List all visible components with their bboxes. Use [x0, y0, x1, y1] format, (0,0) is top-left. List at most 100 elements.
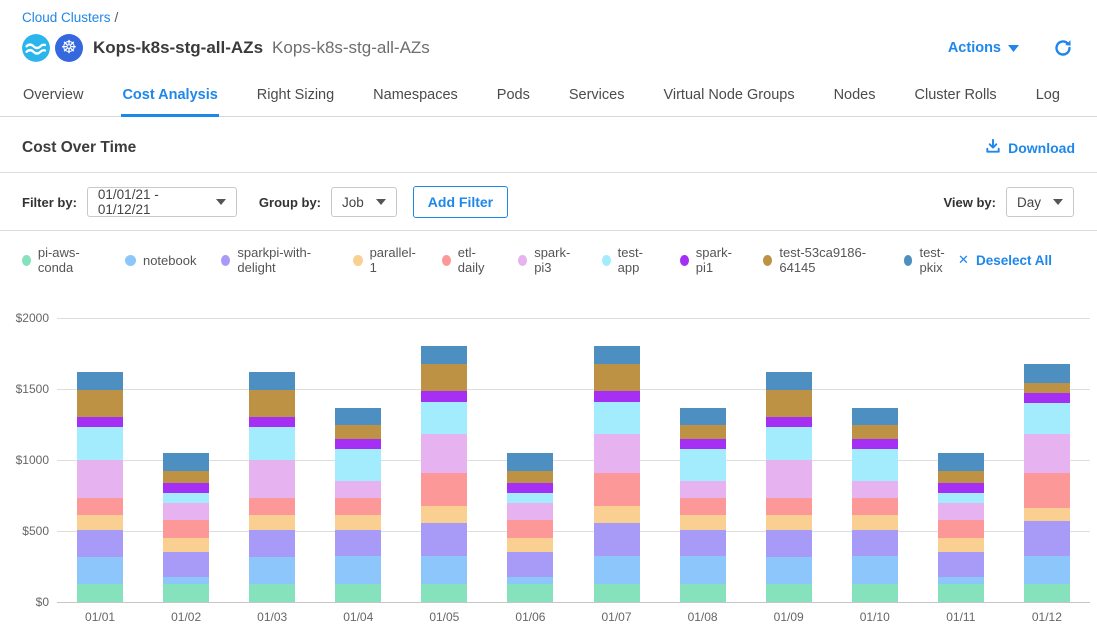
bar-segment-spark-pi1[interactable]	[1024, 393, 1070, 403]
bar-segment-notebook[interactable]	[766, 557, 812, 585]
bar-segment-sparkpi-with-delight[interactable]	[938, 552, 984, 577]
stacked-bar-01/08[interactable]	[680, 408, 726, 602]
bar-segment-spark-pi3[interactable]	[1024, 434, 1070, 472]
bar-segment-notebook[interactable]	[680, 556, 726, 584]
bar-segment-test-app[interactable]	[766, 427, 812, 460]
bar-segment-test-pkix[interactable]	[163, 453, 209, 471]
bar-segment-spark-pi1[interactable]	[77, 417, 123, 428]
tab-namespaces[interactable]: Namespaces	[372, 79, 459, 117]
bar-segment-pi-aws-conda[interactable]	[507, 584, 553, 602]
bar-segment-etl-daily[interactable]	[766, 498, 812, 515]
tab-virtual-node-groups[interactable]: Virtual Node Groups	[662, 79, 795, 117]
tab-overview[interactable]: Overview	[22, 79, 84, 117]
breadcrumb-cloud-clusters-link[interactable]: Cloud Clusters	[22, 10, 111, 25]
bar-segment-notebook[interactable]	[938, 577, 984, 584]
legend-item-sparkpi-with-delight[interactable]: sparkpi-with-delight	[221, 245, 327, 275]
bar-segment-parallel-1[interactable]	[938, 538, 984, 552]
bar-segment-sparkpi-with-delight[interactable]	[594, 523, 640, 556]
bar-segment-spark-pi3[interactable]	[335, 481, 381, 499]
bar-segment-pi-aws-conda[interactable]	[421, 584, 467, 602]
stacked-bar-01/04[interactable]	[335, 408, 381, 602]
bar-segment-parallel-1[interactable]	[335, 515, 381, 529]
stacked-bar-01/09[interactable]	[766, 372, 812, 602]
stacked-bar-01/03[interactable]	[249, 372, 295, 602]
stacked-bar-01/11[interactable]	[938, 453, 984, 602]
bar-segment-etl-daily[interactable]	[249, 498, 295, 515]
bar-segment-etl-daily[interactable]	[335, 498, 381, 515]
bar-segment-test-app[interactable]	[77, 427, 123, 460]
date-range-select[interactable]: 01/01/21 - 01/12/21	[87, 187, 237, 217]
bar-segment-test-app[interactable]	[421, 402, 467, 435]
group-by-select[interactable]: Job	[331, 187, 397, 217]
bar-segment-sparkpi-with-delight[interactable]	[77, 530, 123, 557]
bar-segment-parallel-1[interactable]	[680, 515, 726, 529]
bar-segment-spark-pi3[interactable]	[77, 460, 123, 498]
bar-segment-spark-pi1[interactable]	[507, 483, 553, 494]
bar-segment-spark-pi1[interactable]	[594, 391, 640, 402]
bar-segment-spark-pi3[interactable]	[507, 503, 553, 519]
bar-segment-etl-daily[interactable]	[507, 520, 553, 538]
bar-segment-parallel-1[interactable]	[852, 515, 898, 529]
bar-segment-test-app[interactable]	[507, 493, 553, 503]
bar-segment-test-pkix[interactable]	[507, 453, 553, 471]
bar-segment-test-53ca9186-64145[interactable]	[507, 471, 553, 483]
bar-segment-sparkpi-with-delight[interactable]	[335, 530, 381, 556]
bar-segment-test-pkix[interactable]	[421, 346, 467, 364]
bar-segment-test-app[interactable]	[1024, 403, 1070, 434]
bar-segment-notebook[interactable]	[421, 556, 467, 584]
tab-log[interactable]: Log	[1035, 79, 1061, 117]
bar-segment-notebook[interactable]	[249, 557, 295, 585]
bar-segment-spark-pi3[interactable]	[249, 460, 295, 498]
bar-segment-test-53ca9186-64145[interactable]	[1024, 383, 1070, 393]
bar-segment-sparkpi-with-delight[interactable]	[852, 530, 898, 556]
bar-segment-spark-pi3[interactable]	[421, 434, 467, 472]
bar-segment-test-pkix[interactable]	[594, 346, 640, 364]
download-button[interactable]: Download	[985, 138, 1075, 157]
bar-segment-test-pkix[interactable]	[249, 372, 295, 390]
bar-segment-spark-pi1[interactable]	[421, 391, 467, 402]
bar-segment-test-pkix[interactable]	[335, 408, 381, 426]
stacked-bar-01/05[interactable]	[421, 346, 467, 602]
bar-segment-notebook[interactable]	[507, 577, 553, 584]
refresh-icon[interactable]	[1053, 38, 1073, 58]
bar-segment-pi-aws-conda[interactable]	[680, 584, 726, 602]
bar-segment-spark-pi1[interactable]	[163, 483, 209, 494]
bar-segment-spark-pi3[interactable]	[163, 503, 209, 519]
bar-segment-etl-daily[interactable]	[421, 473, 467, 506]
bar-segment-etl-daily[interactable]	[77, 498, 123, 515]
bar-segment-test-pkix[interactable]	[77, 372, 123, 390]
tab-nodes[interactable]: Nodes	[833, 79, 877, 117]
bar-segment-test-53ca9186-64145[interactable]	[335, 425, 381, 439]
stacked-bar-01/12[interactable]	[1024, 364, 1070, 603]
bar-segment-spark-pi3[interactable]	[680, 481, 726, 499]
bar-segment-spark-pi1[interactable]	[766, 417, 812, 428]
legend-item-test-app[interactable]: test-app	[602, 245, 655, 275]
bar-segment-test-app[interactable]	[852, 449, 898, 480]
bar-segment-test-53ca9186-64145[interactable]	[163, 471, 209, 483]
bar-segment-sparkpi-with-delight[interactable]	[163, 552, 209, 577]
bar-segment-notebook[interactable]	[852, 556, 898, 584]
bar-segment-test-pkix[interactable]	[1024, 364, 1070, 384]
legend-item-test-pkix[interactable]: test-pkix	[904, 245, 958, 275]
bar-segment-etl-daily[interactable]	[680, 498, 726, 515]
bar-segment-pi-aws-conda[interactable]	[335, 584, 381, 602]
bar-segment-sparkpi-with-delight[interactable]	[421, 523, 467, 556]
bar-segment-test-app[interactable]	[680, 449, 726, 480]
bar-segment-spark-pi1[interactable]	[249, 417, 295, 428]
bar-segment-notebook[interactable]	[594, 556, 640, 584]
bar-segment-pi-aws-conda[interactable]	[1024, 584, 1070, 602]
bar-segment-parallel-1[interactable]	[163, 538, 209, 552]
bar-segment-sparkpi-with-delight[interactable]	[766, 530, 812, 557]
bar-segment-spark-pi3[interactable]	[938, 503, 984, 519]
actions-button[interactable]: Actions	[948, 40, 1019, 56]
legend-item-notebook[interactable]: notebook	[125, 253, 197, 268]
bar-segment-test-pkix[interactable]	[852, 408, 898, 426]
bar-segment-parallel-1[interactable]	[77, 515, 123, 529]
tab-cost-analysis[interactable]: Cost Analysis	[121, 79, 218, 117]
tab-right-sizing[interactable]: Right Sizing	[256, 79, 335, 117]
bar-segment-test-53ca9186-64145[interactable]	[421, 364, 467, 391]
bar-segment-spark-pi1[interactable]	[335, 439, 381, 449]
stacked-bar-01/06[interactable]	[507, 453, 553, 602]
stacked-bar-01/07[interactable]	[594, 346, 640, 602]
legend-item-etl-daily[interactable]: etl-daily	[442, 245, 493, 275]
